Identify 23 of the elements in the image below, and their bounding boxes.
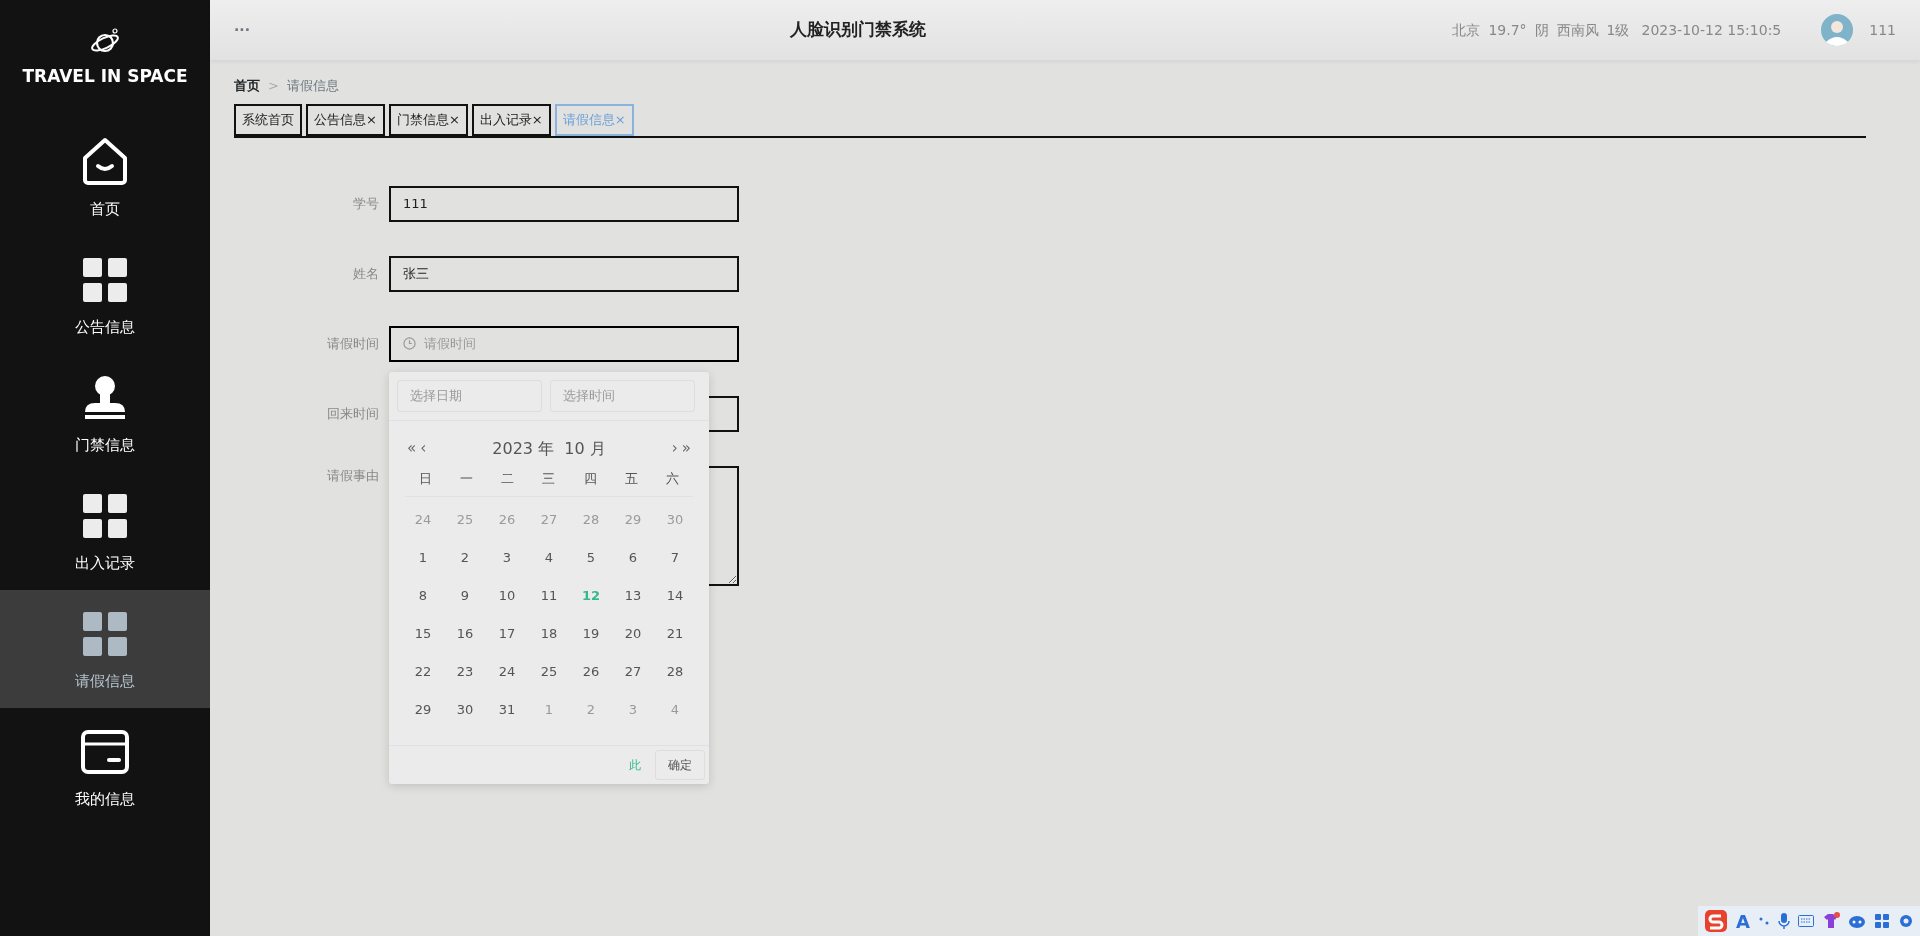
page-title: 人脸识别门禁系统 bbox=[789, 18, 926, 42]
datetime-text: 2023-10-12 15:10:5 bbox=[1641, 20, 1782, 40]
weekday-label: 日 bbox=[418, 469, 434, 488]
field-label: 请假时间 bbox=[326, 334, 380, 353]
weekday-label: 三 bbox=[541, 469, 557, 488]
weekday-label: 一 bbox=[459, 469, 475, 488]
weekday-label: 五 bbox=[623, 469, 639, 488]
weather-text: 阴 bbox=[1534, 20, 1549, 40]
field-label: 姓名 bbox=[352, 264, 380, 283]
field-label: 学号 bbox=[352, 194, 380, 213]
weekday-label: 六 bbox=[664, 469, 680, 488]
breadcrumb-separator: > bbox=[268, 77, 279, 95]
logo-text: TRAVEL IN SPACE bbox=[22, 65, 188, 89]
month-title: 2023 年 10 月 bbox=[491, 437, 607, 460]
weather-text: 19.7° bbox=[1488, 20, 1527, 40]
field-label: 回来时间 bbox=[326, 404, 380, 423]
weather-text: 西南风 bbox=[1556, 20, 1599, 40]
weekday-label: 四 bbox=[582, 469, 598, 488]
weekday-label: 二 bbox=[500, 469, 516, 488]
weather-text: 北京 bbox=[1452, 20, 1481, 40]
breadcrumb-item: 请假信息 bbox=[286, 77, 339, 95]
field-label: 请假事由 bbox=[326, 466, 380, 485]
weather-text: 1级 bbox=[1606, 20, 1630, 40]
